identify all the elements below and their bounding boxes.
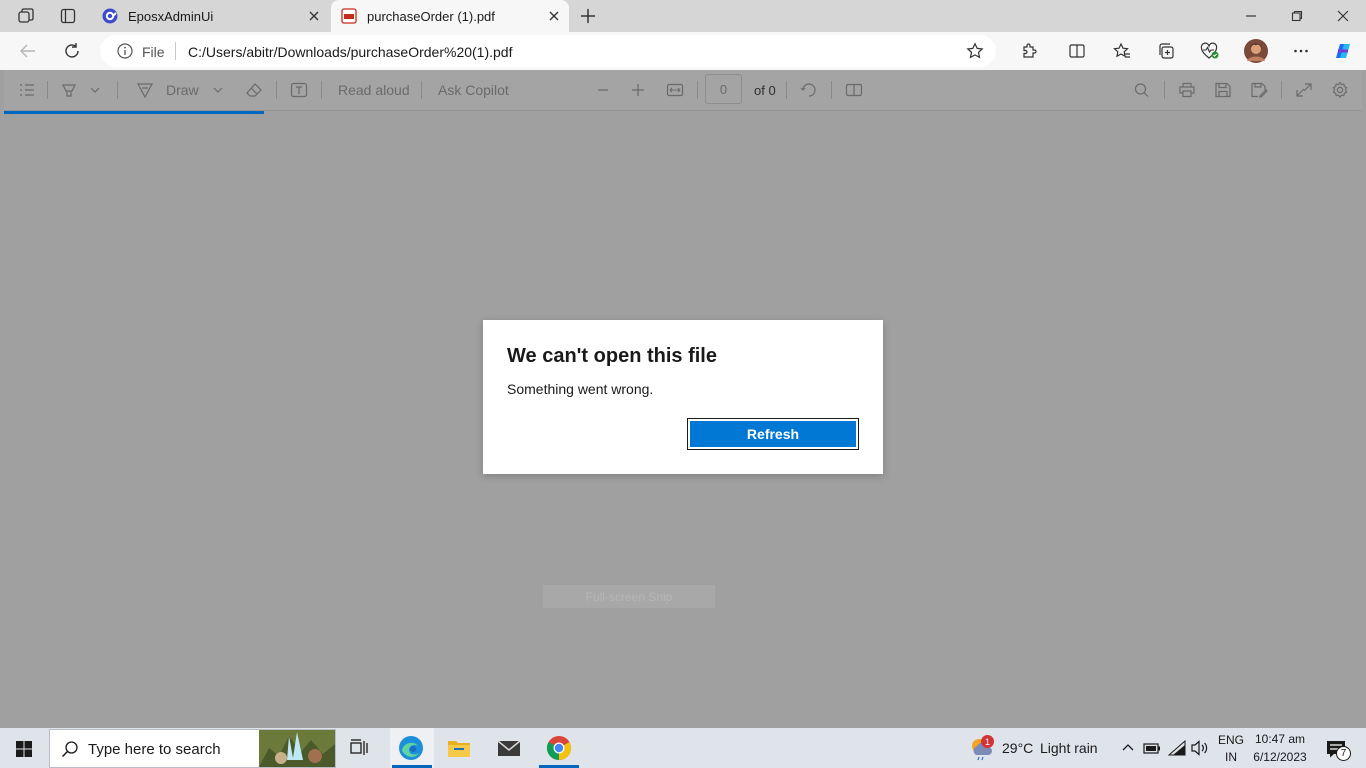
toolbar-separator — [421, 81, 422, 99]
contents-icon[interactable] — [18, 82, 36, 98]
save-icon[interactable] — [1214, 82, 1232, 98]
workspaces-icon[interactable] — [14, 6, 38, 26]
task-view-icon[interactable] — [347, 736, 373, 760]
toolbar-separator — [831, 81, 832, 99]
eposx-favicon-icon — [102, 8, 118, 24]
favorite-star-icon[interactable] — [966, 42, 986, 60]
taskbar-search-box[interactable]: Type here to search — [49, 729, 336, 768]
address-url[interactable]: C:/Users/abitr/Downloads/purchaseOrder%2… — [188, 44, 512, 60]
draw-icon[interactable] — [136, 82, 154, 98]
new-tab-icon[interactable] — [577, 6, 599, 26]
error-dialog: We can't open this file Something went w… — [483, 320, 883, 474]
refresh-button[interactable]: Refresh — [690, 421, 856, 447]
pdf-settings-icon[interactable] — [1331, 81, 1349, 99]
loading-progress-bar — [4, 111, 264, 114]
toolbar-separator — [786, 81, 787, 99]
toolbar-separator — [697, 81, 698, 99]
weather-alert-badge: 1 — [981, 735, 994, 748]
save-as-icon[interactable] — [1250, 82, 1268, 98]
taskbar-chrome-button[interactable] — [537, 728, 581, 768]
page-number-input[interactable]: 0 — [705, 74, 742, 104]
toolbar-separator — [1164, 81, 1165, 99]
refresh-icon[interactable] — [60, 41, 84, 61]
toolbar-separator — [321, 81, 322, 99]
dialog-title: We can't open this file — [507, 345, 717, 367]
close-tab-icon[interactable] — [546, 8, 562, 24]
weather-temperature[interactable]: 29°C — [1002, 740, 1033, 756]
info-icon[interactable] — [117, 43, 133, 59]
clock-date[interactable]: 6/12/2023 — [1250, 750, 1310, 764]
close-tab-icon[interactable] — [306, 8, 322, 24]
print-icon[interactable] — [1178, 82, 1196, 98]
extensions-icon[interactable] — [1018, 41, 1040, 61]
chevron-down-icon[interactable] — [89, 84, 101, 96]
highlight-icon[interactable] — [60, 82, 78, 98]
tab-purchaseorder-pdf[interactable]: purchaseOrder (1).pdf — [331, 0, 569, 32]
ask-copilot-button[interactable]: Ask Copilot — [438, 82, 509, 98]
toolbar-separator — [117, 81, 118, 99]
address-divider — [175, 42, 176, 60]
toolbar-separator — [1281, 81, 1282, 99]
search-icon[interactable] — [1133, 82, 1151, 98]
show-hidden-icons-chevron-up-icon[interactable] — [1118, 738, 1138, 758]
profile-avatar[interactable] — [1243, 39, 1269, 63]
volume-icon[interactable] — [1190, 738, 1210, 758]
settings-more-icon[interactable] — [1290, 41, 1312, 61]
notification-count-badge: 7 — [1336, 746, 1351, 761]
tab-actions-icon[interactable] — [56, 6, 80, 26]
tab-eposxadminui[interactable]: EposxAdminUi — [92, 0, 328, 32]
search-highlight-image — [259, 730, 335, 767]
input-language-region[interactable]: IN — [1218, 750, 1244, 764]
toolbar-separator — [47, 81, 48, 99]
browser-essentials-icon[interactable] — [1199, 41, 1221, 61]
snip-tooltip: Full-screen Snip — [543, 585, 715, 608]
edge-browser-icon — [398, 735, 424, 761]
collections-icon[interactable] — [1155, 41, 1177, 61]
fit-to-width-icon[interactable] — [666, 82, 684, 98]
battery-icon[interactable] — [1142, 738, 1162, 758]
zoom-out-icon[interactable] — [596, 84, 610, 96]
back-icon[interactable] — [16, 41, 40, 61]
restore-icon[interactable] — [1284, 6, 1310, 26]
close-window-icon[interactable] — [1330, 6, 1356, 26]
wifi-icon[interactable] — [1167, 738, 1187, 758]
rotate-icon[interactable] — [800, 82, 818, 98]
taskbar-edge-button[interactable] — [390, 728, 434, 768]
fullscreen-icon[interactable] — [1295, 82, 1313, 98]
file-explorer-icon[interactable] — [446, 734, 472, 762]
site-scheme-label[interactable]: File — [142, 44, 165, 60]
tab-title: EposxAdminUi — [128, 8, 214, 24]
read-aloud-button[interactable]: Read aloud — [338, 82, 410, 98]
zoom-in-icon[interactable] — [631, 83, 645, 97]
search-placeholder: Type here to search — [88, 741, 221, 758]
mail-icon[interactable] — [495, 734, 523, 762]
toolbar-separator — [276, 81, 277, 99]
favorites-icon[interactable] — [1111, 41, 1133, 61]
weather-description[interactable]: Light rain — [1040, 740, 1098, 756]
pdf-favicon-icon — [341, 8, 357, 24]
start-windows-icon[interactable] — [10, 738, 38, 760]
search-icon — [61, 740, 79, 758]
chevron-down-icon[interactable] — [212, 84, 224, 96]
refresh-button-focus-ring: Refresh — [687, 418, 859, 450]
tab-title: purchaseOrder (1).pdf — [367, 8, 495, 24]
add-text-icon[interactable] — [290, 82, 308, 98]
clock-time[interactable]: 10:47 am — [1252, 732, 1308, 746]
input-language-primary[interactable]: ENG — [1218, 733, 1244, 747]
dialog-message: Something went wrong. — [507, 381, 654, 397]
minimize-icon[interactable] — [1238, 6, 1264, 26]
draw-button[interactable]: Draw — [166, 82, 199, 98]
eraser-icon[interactable] — [245, 82, 263, 98]
page-view-icon[interactable] — [845, 82, 863, 98]
copilot-icon[interactable] — [1330, 39, 1356, 63]
split-screen-icon[interactable] — [1066, 41, 1088, 61]
page-count: of 0 — [754, 83, 776, 98]
chrome-browser-icon — [546, 735, 572, 761]
